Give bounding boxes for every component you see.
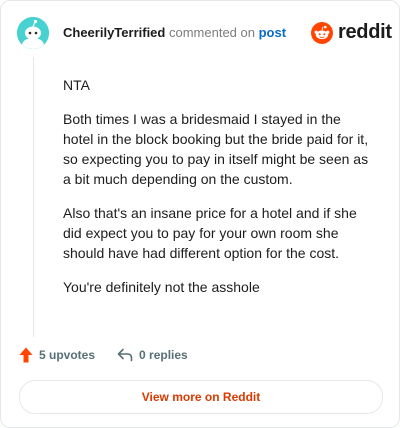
reddit-wordmark: reddit: [338, 21, 392, 43]
avatar[interactable]: [17, 17, 49, 49]
comment-body: NTA Both times I was a bridesmaid I stay…: [63, 75, 373, 311]
commented-on-text: commented on: [168, 25, 255, 40]
comment-header: CheerilyTerrified commented on post: [63, 25, 286, 41]
comment-paragraph: You're definitely not the asshole: [63, 279, 260, 295]
view-more-button[interactable]: View more on Reddit: [19, 380, 383, 414]
upvote-arrow-icon: [19, 347, 33, 363]
username[interactable]: CheerilyTerrified: [63, 25, 165, 40]
view-more-label: View more on Reddit: [141, 390, 261, 404]
comment-paragraph: NTA: [63, 77, 90, 93]
avatar-icon: [17, 17, 49, 49]
comment-actions: 5 upvotes 0 replies: [19, 347, 188, 363]
reply-count: 0 replies: [139, 348, 188, 362]
reddit-logo-icon: [311, 21, 333, 44]
comment-card: CheerilyTerrified commented on post redd…: [0, 0, 400, 428]
reply-button[interactable]: 0 replies: [117, 348, 188, 362]
post-link[interactable]: post: [259, 25, 286, 40]
upvote-count: 5 upvotes: [39, 348, 96, 362]
reddit-brand[interactable]: reddit: [311, 21, 392, 44]
comment-paragraph: Both times I was a bridesmaid I stayed i…: [63, 111, 369, 187]
reply-icon: [117, 348, 133, 362]
comment-paragraph: Also that's an insane price for a hotel …: [63, 205, 357, 261]
thread-line: [33, 57, 34, 337]
upvote-button[interactable]: 5 upvotes: [19, 347, 95, 363]
